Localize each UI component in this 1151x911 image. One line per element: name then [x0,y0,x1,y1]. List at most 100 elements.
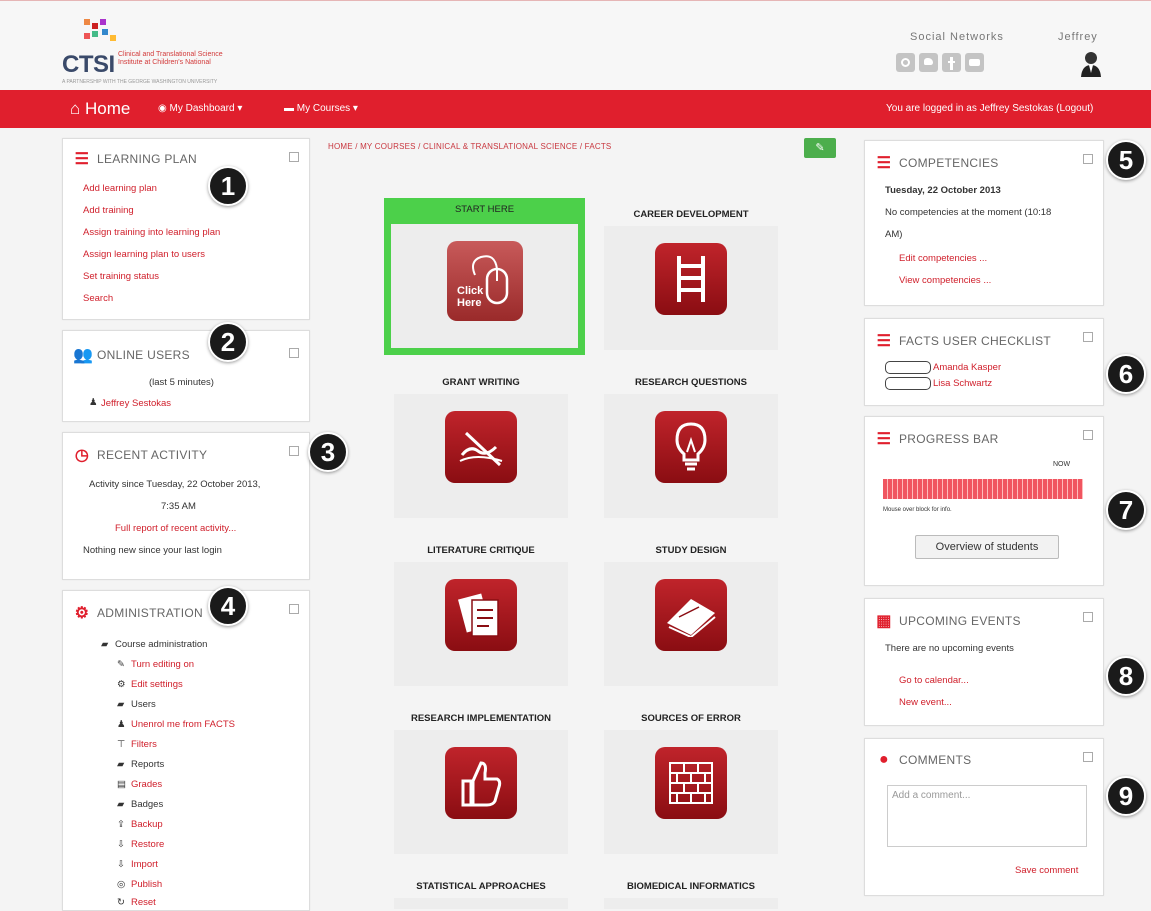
clock-icon: ◷ [74,447,90,464]
admin-turn-editing-on[interactable]: Turn editing on [131,659,194,670]
nav-my-dashboard[interactable]: ◉ My Dashboard ▾ [158,103,242,114]
go-to-calendar-link[interactable]: Go to calendar... [899,675,969,686]
user-checklist-block: ☰ FACTS User Checklist Amanda Kasper Lisa… [864,318,1104,406]
admin-restore[interactable]: Restore [131,839,164,850]
admin-users[interactable]: Users [131,699,156,710]
checklist-user-amanda[interactable]: Amanda Kasper [933,362,1001,373]
checklist-user-lisa[interactable]: Lisa Schwartz [933,378,992,389]
tile-statistical-approaches[interactable]: STATISTICAL APPROACHES [394,876,568,909]
minimize-icon[interactable] [289,152,299,162]
list-icon: ☰ [876,333,892,350]
badge-5: 5 [1106,140,1146,180]
flickr-icon[interactable] [896,53,915,72]
minimize-icon[interactable] [289,348,299,358]
logged-in-status[interactable]: You are logged in as Jeffrey Sestokas (L… [886,103,1093,114]
speech-bubble-icon: ● [879,751,889,768]
comments-title: ● Comments [875,751,971,769]
online-user-icon: ♟ [89,397,98,408]
tile-grant-writing[interactable]: GRANT WRITING [394,372,568,518]
lightbulb-icon [655,411,727,483]
facebook-icon[interactable] [942,53,961,72]
admin-filters[interactable]: Filters [131,739,157,750]
header-band: CTSI Clinical and Translational Science … [0,0,1151,91]
admin-edit-settings[interactable]: Edit settings [131,679,183,690]
competencies-title: ☰ Competencies [876,155,999,172]
minimize-icon[interactable] [289,604,299,614]
upcoming-events-block: ▦ Upcoming Events There are no upcoming e… [864,598,1104,726]
comment-input[interactable]: Add a comment... [887,785,1087,847]
list-icon: ☰ [876,431,892,448]
admin-unenrol[interactable]: Unenrol me from FACTS [131,719,235,730]
competencies-none: No competencies at the moment (10:18 [885,207,1052,218]
dashboard-icon: ◉ [158,103,167,114]
user-name-label: Jeffrey [1058,31,1098,43]
progress-title: ☰ Progress Bar [876,431,999,448]
link-search[interactable]: Search [83,293,113,304]
link-add-training[interactable]: Add training [83,205,134,216]
ctsi-logo[interactable]: CTSI Clinical and Translational Science … [62,19,252,85]
link-assign-training[interactable]: Assign training into learning plan [83,227,220,238]
settings-icon: ⚙ [117,679,126,690]
save-comment-link[interactable]: Save comment [1015,865,1078,876]
no-upcoming-events: There are no upcoming events [885,643,1014,654]
grades-icon: ▤ [117,779,126,790]
minimize-icon[interactable] [1083,332,1093,342]
minimize-icon[interactable] [1083,752,1093,762]
social-icons [896,53,984,72]
breadcrumb[interactable]: HOME / MY COURSES / CLINICAL & TRANSLATI… [328,142,611,151]
calendar-icon: ▦ [876,613,892,630]
badge-8: 8 [1106,656,1146,696]
checklist-checkbox[interactable] [885,377,931,390]
new-event-link[interactable]: New event... [899,697,952,708]
checklist-checkbox[interactable] [885,361,931,374]
view-competencies-link[interactable]: View competencies ... [899,275,991,286]
admin-badges[interactable]: Badges [131,799,163,810]
user-avatar-icon[interactable] [1080,51,1102,77]
twitter-icon[interactable] [919,53,938,72]
tile-literature-critique[interactable]: LITERATURE CRITIQUE [394,540,568,686]
tile-start-here[interactable]: START HERE Click Here [384,198,585,355]
admin-grades[interactable]: Grades [131,779,162,790]
nav-my-courses[interactable]: ▬ My Courses ▾ [284,103,358,114]
edit-icon: ✎ [815,142,825,154]
minimize-icon[interactable] [289,446,299,456]
online-users-title: 👥 Online Users [73,347,190,364]
progress-bar-block: ☰ Progress Bar NOW Mouse over block for i… [864,416,1104,586]
nav-home[interactable]: ⌂ Home [70,99,130,119]
backup-icon: ⇪ [117,819,125,830]
tile-research-questions[interactable]: RESEARCH QUESTIONS [604,372,778,518]
admin-publish[interactable]: Publish [131,879,162,890]
tile-sources-of-error[interactable]: SOURCES OF ERROR [604,708,778,854]
online-users-timeframe: (last 5 minutes) [149,377,214,388]
link-assign-plan-users[interactable]: Assign learning plan to users [83,249,205,260]
home-icon: ⌂ [70,99,81,118]
admin-import[interactable]: Import [131,859,158,870]
youtube-icon[interactable] [965,53,984,72]
minimize-icon[interactable] [1083,612,1093,622]
badge-9: 9 [1106,776,1146,816]
admin-reports[interactable]: Reports [131,759,164,770]
folder-icon: ▰ [117,699,125,710]
tile-biomedical-informatics[interactable]: BIOMEDICAL INFORMATICS [604,876,778,909]
minimize-icon[interactable] [1083,154,1093,164]
recent-activity-block: ◷ Recent Activity Activity since Tuesday,… [62,432,310,580]
link-set-training-status[interactable]: Set training status [83,271,159,282]
link-add-learning-plan[interactable]: Add learning plan [83,183,157,194]
edit-competencies-link[interactable]: Edit competencies ... [899,253,987,264]
progress-now-label: NOW [1053,461,1071,468]
tile-research-implementation[interactable]: RESEARCH IMPLEMENTATION [394,708,568,854]
progress-bar[interactable] [883,479,1083,499]
admin-reset[interactable]: Reset [131,897,156,908]
course-admin-label[interactable]: Course administration [115,639,207,650]
full-report-link[interactable]: Full report of recent activity... [115,523,236,534]
edit-button[interactable]: ✎ [804,138,836,158]
ladder-icon [655,243,727,315]
minimize-icon[interactable] [1083,430,1093,440]
progress-hint: Mouse over block for info. [883,507,952,513]
tile-career-development[interactable]: CAREER DEVELOPMENT [604,204,778,350]
tile-study-design[interactable]: STUDY DESIGN [604,540,778,686]
admin-backup[interactable]: Backup [131,819,163,830]
overview-of-students-button[interactable]: Overview of students [915,535,1059,559]
online-user-link[interactable]: Jeffrey Sestokas [101,398,171,409]
pencil-icon: ✎ [117,659,125,670]
